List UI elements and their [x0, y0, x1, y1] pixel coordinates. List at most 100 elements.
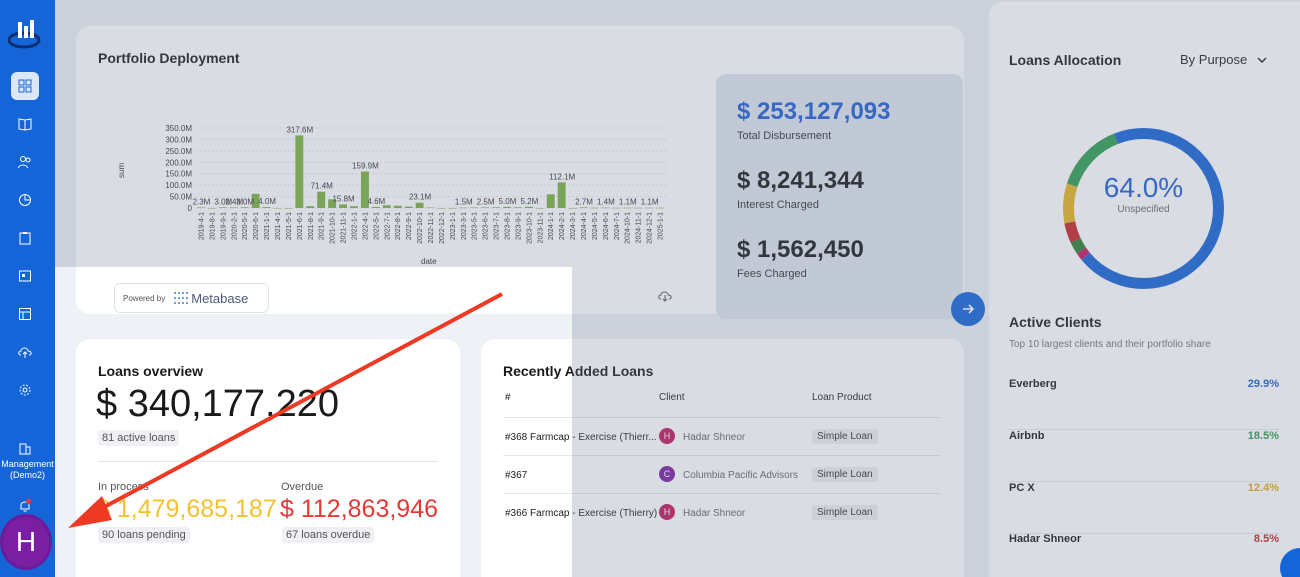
notification-dot	[26, 499, 31, 504]
users-icon[interactable]	[11, 148, 39, 176]
overdue-label: Overdue	[281, 481, 324, 493]
x-tick-label: 2023-3-1	[461, 212, 468, 240]
metrics-panel: $ 253,127,093 Total Disbursement $ 8,241…	[716, 74, 963, 319]
overview-title: Loans overview	[98, 363, 204, 379]
client-name[interactable]: Hadar Shneor	[683, 508, 745, 519]
x-tick-label: 2021-9-1	[319, 212, 326, 240]
pending-badge: 90 loans pending	[98, 527, 190, 543]
x-tick-label: 2021-5-1	[286, 212, 293, 240]
gear-icon[interactable]	[11, 376, 39, 404]
sidebar: Management (Demo2) H	[0, 0, 55, 577]
x-tick-label: 2024-11-1	[636, 212, 643, 244]
bar	[350, 206, 358, 208]
chevron-down-icon	[1257, 57, 1267, 64]
cloud-upload-icon[interactable]	[11, 338, 39, 366]
y-tick-label: 200.0M	[165, 158, 192, 167]
x-tick-label: 2024-7-1	[614, 212, 621, 240]
portfolio-title: Portfolio Deployment	[98, 50, 240, 66]
user-avatar[interactable]: H	[0, 514, 52, 570]
x-tick-label: 2024-4-1	[581, 212, 588, 240]
table-row[interactable]: #367 C Columbia Pacific Advisors Simple …	[503, 455, 941, 493]
x-tick-label: 2024-3-1	[570, 212, 577, 240]
table-row[interactable]: #368 Farmcap - Exercise (Thierr... H Had…	[503, 417, 941, 455]
building-icon[interactable]	[11, 434, 39, 462]
client-row[interactable]: PC X 12.4%	[1009, 482, 1279, 534]
x-tick-label: 2022-7-1	[384, 212, 391, 240]
recent-loans-title: Recently Added Loans	[503, 363, 654, 379]
calendar-icon[interactable]	[11, 262, 39, 290]
bar	[218, 207, 227, 208]
metabase-badge[interactable]: Powered by Metabase	[114, 283, 269, 313]
table-icon[interactable]	[11, 300, 39, 328]
fees-charged-value: $ 1,562,450	[737, 236, 864, 263]
pie-chart-icon[interactable]	[11, 186, 39, 214]
client-name: Airbnb	[1009, 430, 1045, 442]
bar	[459, 207, 468, 209]
dashboard-icon[interactable]	[11, 72, 39, 100]
bar	[207, 208, 216, 209]
client-row[interactable]: Everberg 29.9%	[1009, 378, 1279, 430]
donut-label: Unspecified	[1117, 204, 1170, 215]
bar	[513, 207, 522, 208]
loan-product-badge: Simple Loan	[812, 505, 878, 520]
data-label: 2.7M	[575, 197, 593, 206]
download-icon[interactable]	[658, 290, 672, 302]
y-tick-label: 100.0M	[165, 181, 192, 190]
in-process-label: In process	[98, 481, 149, 493]
y-tick-label: 250.0M	[165, 147, 192, 156]
bar	[579, 207, 588, 208]
client-avatar: H	[659, 428, 675, 444]
x-tick-label: 2021-8-1	[308, 212, 315, 240]
column-header-client: Client	[659, 392, 685, 403]
x-tick-label: 2022-11-1	[428, 212, 435, 244]
next-arrow-button[interactable]	[951, 292, 985, 326]
client-name[interactable]: Columbia Pacific Advisors	[683, 470, 798, 481]
allocation-select[interactable]: By Purpose	[1180, 52, 1267, 67]
client-name[interactable]: Hadar Shneor	[683, 432, 745, 443]
x-tick-label: 2019-8-1	[209, 212, 216, 240]
bar	[612, 207, 621, 209]
data-label: 4.0M	[258, 197, 276, 206]
data-label: 2.3M	[193, 197, 211, 206]
data-label: 5.0M	[499, 197, 517, 206]
fees-charged-label: Fees Charged	[737, 268, 807, 280]
x-tick-label: 2022-5-1	[373, 212, 380, 240]
y-tick-label: 150.0M	[165, 170, 192, 179]
bar	[623, 207, 632, 209]
bar	[197, 207, 205, 208]
portfolio-chart: 050.0M100.0M150.0M200.0M250.0M300.0M350.…	[117, 124, 666, 266]
bar	[546, 194, 555, 208]
loan-id[interactable]: #366 Farmcap - Exercise (Thierry)	[505, 508, 657, 519]
client-share: 18.5%	[1247, 430, 1279, 442]
clipboard-icon[interactable]	[11, 224, 39, 252]
book-icon[interactable]	[11, 110, 39, 138]
data-label: 1.1M	[619, 198, 637, 207]
loan-id[interactable]: #367	[505, 470, 527, 481]
x-tick-label: 2025-1-1	[658, 212, 665, 240]
bar	[535, 208, 544, 209]
interest-charged-value: $ 8,241,344	[737, 167, 864, 194]
client-share: 8.5%	[1253, 533, 1279, 545]
client-row[interactable]: Airbnb 18.5%	[1009, 430, 1279, 482]
client-name: Hadar Shneor	[1009, 533, 1082, 545]
client-row[interactable]: Hadar Shneor 8.5%	[1009, 533, 1279, 577]
bar	[568, 208, 577, 209]
loan-id[interactable]: #368 Farmcap - Exercise (Thierr...	[505, 432, 657, 443]
bar	[426, 207, 435, 209]
active-clients-title: Active Clients	[1009, 314, 1102, 330]
client-share: 29.9%	[1247, 378, 1279, 390]
x-tick-label: 2023-5-1	[472, 212, 479, 240]
bar	[306, 206, 315, 208]
data-label: 159.9M	[352, 161, 379, 170]
client-name: PC X	[1009, 482, 1035, 494]
app-logo[interactable]	[8, 18, 44, 52]
table-row[interactable]: #366 Farmcap - Exercise (Thierry) H Hada…	[503, 493, 941, 531]
x-tick-label: 2024-2-1	[559, 212, 566, 240]
organization-label[interactable]: Management (Demo2)	[0, 459, 55, 481]
x-tick-label: 2020-5-1	[242, 212, 249, 240]
recent-loans-card: Recently Added Loans # Client Loan Produ…	[481, 339, 964, 577]
active-clients-subtitle: Top 10 largest clients and their portfol…	[1009, 339, 1211, 350]
x-tick-label: 2024-5-1	[592, 212, 599, 240]
loans-allocation-card: Loans Allocation By Purpose 64.0% Unspec…	[989, 2, 1300, 577]
interest-charged-label: Interest Charged	[737, 199, 819, 211]
